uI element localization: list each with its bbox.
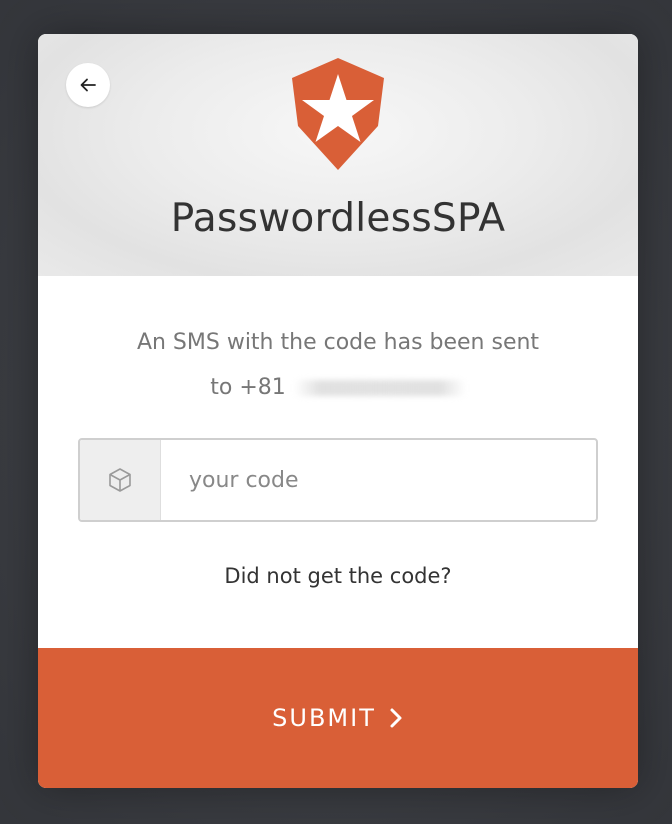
login-card: PasswordlessSPA An SMS with the code has… [38,34,638,788]
back-button[interactable] [66,63,110,107]
phone-number-line: to +81 [210,365,466,410]
sms-sent-text: An SMS with the code has been sent [136,330,540,355]
phone-number-redacted [293,380,466,396]
card-header: PasswordlessSPA [38,34,638,276]
resend-code-link[interactable]: Did not get the code? [38,564,638,588]
submit-button[interactable]: SUBMIT [38,648,638,788]
code-input[interactable] [161,440,591,520]
arrow-left-icon [78,75,98,95]
app-title: PasswordlessSPA [170,196,506,241]
shield-star-logo [286,56,390,172]
submit-label: SUBMIT [272,704,376,732]
sms-sent-message: An SMS with the code has been sent to +8… [38,320,638,410]
phone-number-prefix: to +81 [210,375,286,400]
code-input-group [78,438,598,522]
chevron-right-icon [388,707,404,729]
code-input-icon-box [80,440,161,520]
cube-icon [106,466,134,494]
